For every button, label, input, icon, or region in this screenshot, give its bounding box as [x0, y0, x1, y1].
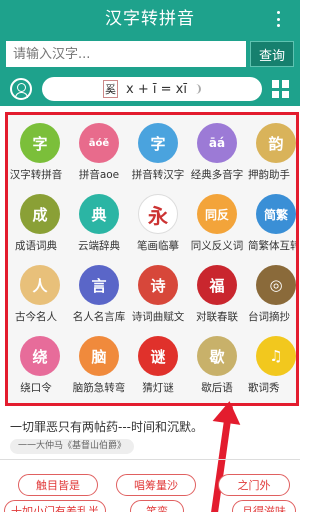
lantern-riddle-icon: 谜	[138, 336, 178, 376]
pinyin-hanzi-icon: 字	[138, 123, 178, 163]
tool-tile[interactable]: 歇歇后语	[185, 332, 244, 403]
pinyin-formula: x + ī = xī	[126, 81, 187, 97]
tools-panel: 字汉字转拼音 āóě 拼音aoe 字拼音转汉字 āá 经典多音字韵押韵助手成成语词典典云端…	[5, 112, 299, 406]
lyrics-icon: ♫	[256, 336, 296, 376]
daily-quote: 一切罪恶只有两帖药---时间和沉默。	[10, 420, 203, 434]
synonym-antonym-icon: 同反	[197, 194, 237, 234]
pinyin-bar: 奚 x + ī = xī	[0, 70, 300, 106]
tool-label: 简繁体互转	[248, 240, 299, 252]
pinyin-char: 奚	[103, 80, 119, 98]
tool-tile[interactable]: 字汉字转拼音	[8, 119, 67, 190]
tool-tile[interactable]: āóě 拼音aoe	[67, 119, 126, 190]
tool-label: 诗词曲赋文	[131, 311, 185, 323]
idiom-chip[interactable]: 且得滋味	[232, 500, 296, 512]
app-header: 汉字转拼音	[0, 0, 300, 38]
idiom-chip[interactable]: 唱筹量沙	[116, 474, 196, 496]
tool-tile[interactable]: 永笔画临摹	[126, 190, 185, 261]
tool-label: 经典多音字	[190, 169, 244, 181]
tool-tile[interactable]: ♫ 歌词秀	[244, 332, 296, 403]
tool-label: 同义反义词	[190, 240, 244, 252]
pinyin-formula-pill[interactable]: 奚 x + ī = xī	[42, 77, 262, 101]
tool-label: 拼音aoe	[78, 169, 120, 181]
more-menu-icon[interactable]	[267, 11, 289, 27]
tool-tile[interactable]: 福对联春联	[185, 261, 244, 332]
tool-tile[interactable]: 谜猜灯谜	[126, 332, 185, 403]
tool-tile[interactable]: 简繁 简繁体互转	[244, 190, 299, 261]
tool-label: 押韵助手	[248, 169, 290, 181]
tool-label: 脑筋急转弯	[72, 382, 126, 394]
tool-label: 猜灯谜	[142, 382, 174, 394]
tool-tile[interactable]: 韵押韵助手	[244, 119, 296, 190]
tool-label: 汉字转拼音	[9, 169, 63, 181]
idiom-chip[interactable]: 十如小门有差乱半	[4, 500, 106, 512]
tool-label: 名人名言库	[72, 311, 126, 323]
tool-tile[interactable]: 人古今名人	[8, 261, 67, 332]
divider	[0, 459, 300, 460]
poetry-icon: 诗	[138, 265, 178, 305]
pinyin-aoe-icon: āóě	[79, 123, 119, 163]
tools-grid: 字汉字转拼音 āóě 拼音aoe 字拼音转汉字 āá 经典多音字韵押韵助手成成语词典典云端…	[8, 119, 299, 403]
tool-tile[interactable]: 绕绕口令	[8, 332, 67, 403]
tool-label: 对联春联	[196, 311, 238, 323]
tool-label: 歇后语	[201, 382, 233, 394]
simplified-traditional-icon: 简繁	[256, 194, 296, 234]
tool-label: 笔画临摹	[137, 240, 179, 252]
quotes-icon: 言	[79, 265, 119, 305]
tool-tile[interactable]: 诗诗词曲赋文	[126, 261, 185, 332]
quote-source: 一一大仲马《基督山伯爵》	[10, 439, 135, 454]
idiom-dictionary-icon: 成	[20, 194, 60, 234]
tool-label: 成语词典	[15, 240, 57, 252]
tool-tile[interactable]: 典云端辞典	[67, 190, 126, 261]
idiom-chip[interactable]: 触目皆是	[18, 474, 98, 496]
speaker-icon[interactable]	[191, 84, 201, 94]
query-button[interactable]: 查询	[250, 41, 294, 67]
user-icon[interactable]	[10, 78, 32, 100]
tool-label: 古今名人	[15, 311, 57, 323]
xiehouyu-icon: 歇	[197, 336, 237, 376]
app-title: 汉字转拼音	[105, 9, 195, 29]
tool-label: 绕口令	[20, 382, 52, 394]
tool-label: 云端辞典	[78, 240, 120, 252]
hanzi-pinyin-icon: 字	[20, 123, 60, 163]
tool-label: 歌词秀	[248, 382, 280, 394]
cloud-dictionary-icon: 典	[79, 194, 119, 234]
tool-label: 拼音转汉字	[131, 169, 185, 181]
tool-tile[interactable]: 言名人名言库	[67, 261, 126, 332]
tool-tile[interactable]: 脑脑筋急转弯	[67, 332, 126, 403]
duoyinzi-icon: āá	[197, 123, 237, 163]
tool-tile[interactable]: ◎ 台词摘抄	[244, 261, 296, 332]
grid-menu-icon[interactable]	[272, 80, 290, 98]
search-bar: 查询	[0, 38, 300, 70]
couplet-icon: 福	[197, 265, 237, 305]
idiom-chip[interactable]: 之门外	[218, 474, 290, 496]
tool-tile[interactable]: āá 经典多音字	[185, 119, 244, 190]
rhyme-icon: 韵	[256, 123, 296, 163]
film-lines-icon: ◎	[256, 265, 296, 305]
hanzi-search-input[interactable]	[6, 41, 246, 67]
tongue-twister-icon: 绕	[20, 336, 60, 376]
tool-label: 台词摘抄	[248, 311, 290, 323]
stroke-copy-icon: 永	[138, 194, 178, 234]
famous-people-icon: 人	[20, 265, 60, 305]
tool-tile[interactable]: 成成语词典	[8, 190, 67, 261]
tool-tile[interactable]: 同反 同义反义词	[185, 190, 244, 261]
tool-tile[interactable]: 字拼音转汉字	[126, 119, 185, 190]
brain-teaser-icon: 脑	[79, 336, 119, 376]
idiom-chip[interactable]: 笑蛮	[130, 500, 184, 512]
